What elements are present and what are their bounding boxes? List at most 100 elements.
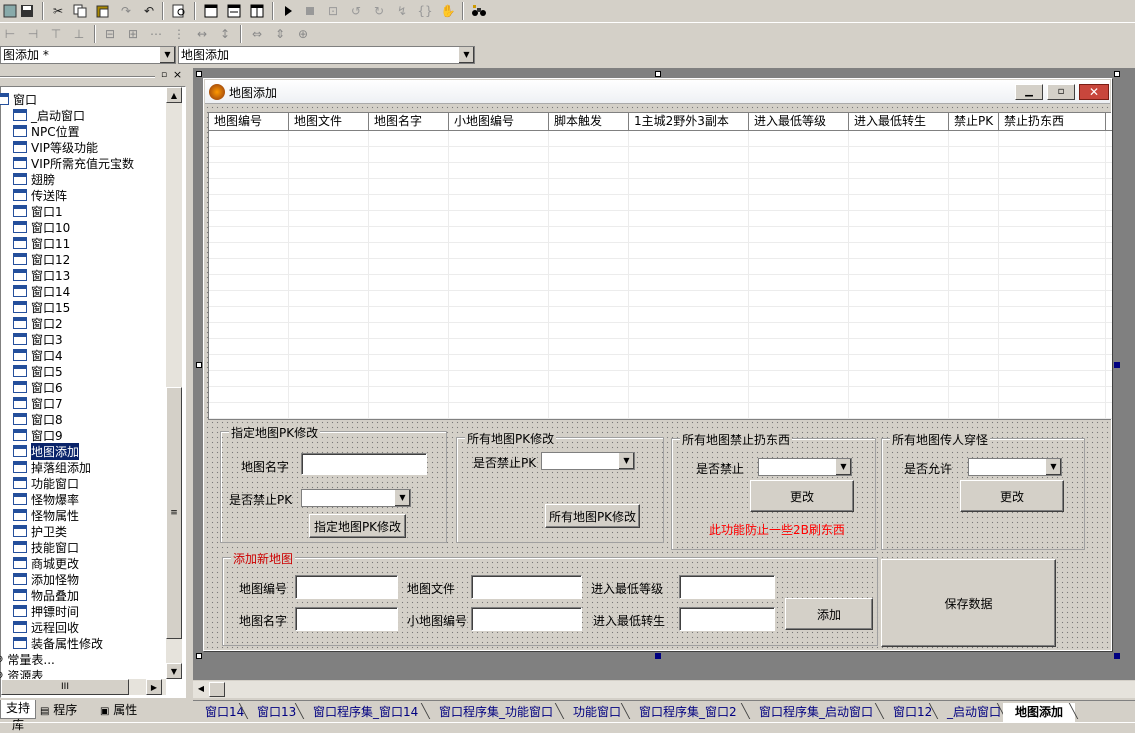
chevron-down-icon[interactable]: ▼ [458,47,474,63]
tree-item[interactable]: 物品叠加 [13,587,79,603]
tree-item[interactable]: 传送阵 [13,187,67,203]
resize-handle[interactable] [196,362,202,368]
add-map-rebirth-input[interactable] [679,607,775,631]
resize-handle[interactable] [196,653,202,659]
height-icon[interactable]: ⇕ [270,24,290,43]
document-tab[interactable]: 窗口程序集_启动窗口 [747,703,881,722]
all-map-pk-button[interactable]: 所有地图PK修改 [545,504,640,528]
pass-allow-combo[interactable]: ▼ [968,458,1062,476]
step-into-icon[interactable]: ↺ [346,1,366,20]
chevron-right-icon[interactable]: ▶ [146,679,162,695]
column-header[interactable]: 进入最低转生 [849,113,949,131]
tree-vscroll-thumb[interactable]: ≡ [166,387,182,639]
tree-item[interactable]: 窗口12 [13,251,70,267]
tree-item[interactable]: 翅膀 [13,171,55,187]
paste-icon[interactable] [93,1,113,20]
document-tab[interactable]: 窗口程序集_窗口2 [627,703,747,722]
window-list-icon[interactable] [224,1,244,20]
tree-item[interactable]: 窗口13 [13,267,70,283]
document-tab[interactable]: 功能窗口 [561,703,627,722]
align-right-icon[interactable]: ⊣ [23,24,43,43]
save-all-icon[interactable] [17,1,37,20]
resize-handle[interactable] [196,71,202,77]
space-down-icon[interactable]: ⋮ [169,24,189,43]
tree-item[interactable]: 窗口5 [13,363,63,379]
tree-item[interactable]: 怪物爆率 [13,491,79,507]
document-tab[interactable]: 窗口程序集_功能窗口 [427,703,561,722]
close-icon[interactable]: ✕ [1079,84,1109,100]
window-grid-icon[interactable] [247,1,267,20]
copy-icon[interactable] [70,1,90,20]
center-horizontal-icon[interactable]: ⊟ [100,24,120,43]
tree-vscroll[interactable]: ▲ ≡ ▼ [166,87,182,679]
tree-item[interactable]: 功能窗口 [13,475,79,491]
run-icon[interactable] [278,1,298,20]
tree-item[interactable]: 窗口15 [13,299,70,315]
column-header[interactable]: 禁止PK [949,113,999,131]
tree-item[interactable]: 窗口4 [13,347,63,363]
tree-hscroll[interactable]: III ▶ [1,679,166,695]
tree-item[interactable]: 怪物属性 [13,507,79,523]
pk-forbid-combo[interactable]: ▼ [301,489,411,507]
size-icon[interactable]: ⊕ [293,24,313,43]
tree-item[interactable]: NPC位置 [13,123,80,139]
tree-item[interactable]: 窗口6 [13,379,63,395]
align-left-icon[interactable]: ⊢ [0,24,20,43]
tab-properties[interactable]: ▣ 属性 [100,702,154,719]
tree-constants[interactable]: ⊕ 常量表... [0,651,55,667]
tree-item[interactable]: VIP所需充值元宝数 [13,155,134,171]
undo-icon[interactable]: ↶ [139,1,159,20]
add-minimap-input[interactable] [471,607,582,631]
tree-item[interactable]: _启动窗口 [13,107,85,123]
method-combo[interactable]: 地图添加 ▼ [178,46,475,64]
column-header[interactable]: 脚本触发 [549,113,629,131]
tree-item[interactable]: 窗口9 [13,427,63,443]
tree-item[interactable]: VIP等级功能 [13,139,98,155]
pass-change-button[interactable]: 更改 [960,480,1064,512]
tree-item[interactable]: 商城更改 [13,555,79,571]
column-header[interactable]: 地图编号 [209,113,289,131]
program-tree[interactable]: 窗口 _启动窗口 NPC位置 VIP等级功能 VIP所需充值元宝数 翅膀 传送阵 窗口1 窗口… [0,86,186,698]
add-map-file-input[interactable] [471,575,582,599]
align-top-icon[interactable]: ⊤ [46,24,66,43]
resize-handle[interactable] [1114,71,1120,77]
add-map-name-input[interactable] [295,607,398,631]
resize-handle[interactable] [655,71,661,77]
column-header[interactable]: 1主城2野外3副本 [629,113,749,131]
tree-item[interactable]: 装备属性修改 [13,635,103,651]
width-icon[interactable]: ⇔ [247,24,267,43]
chevron-down-icon[interactable]: ▼ [394,490,410,506]
tree-item[interactable]: 押镖时间 [13,603,79,619]
tree-hscroll-thumb[interactable]: III [1,679,129,695]
tree-item[interactable]: 窗口14 [13,283,70,299]
minimize-icon[interactable]: ▁ [1015,84,1043,100]
redo-icon[interactable]: ↷ [116,1,136,20]
single-map-pk-button[interactable]: 指定地图PK修改 [309,514,406,538]
maximize-icon[interactable]: ▫ [1047,84,1075,100]
add-map-id-input[interactable] [295,575,398,599]
document-tab[interactable]: 窗口13 [245,703,301,722]
tab-support-lib[interactable]: 支持库 [0,700,36,732]
design-hscroll-thumb[interactable] [209,682,225,697]
column-header[interactable]: 进入最低等级 [749,113,849,131]
tree-item[interactable]: 窗口3 [13,331,63,347]
drop-forbid-combo[interactable]: ▼ [758,458,852,476]
add-map-button[interactable]: 添加 [785,598,873,630]
tree-item[interactable]: 地图添加 [13,442,80,460]
tree-item[interactable]: 窗口8 [13,411,63,427]
tree-item[interactable]: 掉落组添加 [13,459,91,475]
space-across-icon[interactable]: ⋯ [146,24,166,43]
document-tab[interactable]: _启动窗口 [935,703,1003,722]
object-combo[interactable]: 图添加 * ▼ [0,46,176,64]
center-vertical-icon[interactable]: ⊞ [123,24,143,43]
tree-item[interactable]: 技能窗口 [13,539,79,555]
chevron-down-icon[interactable]: ▼ [159,47,175,63]
resize-handle[interactable] [1114,653,1120,659]
tree-root[interactable]: 窗口 [0,91,37,107]
same-width-icon[interactable]: ↔ [192,24,212,43]
design-hscroll[interactable]: ◀ [193,681,1135,698]
chevron-down-icon[interactable]: ▼ [1045,459,1061,475]
window-icon[interactable] [201,1,221,20]
column-header[interactable]: 小地图编号 [449,113,549,131]
chevron-up-icon[interactable]: ▲ [166,87,182,103]
